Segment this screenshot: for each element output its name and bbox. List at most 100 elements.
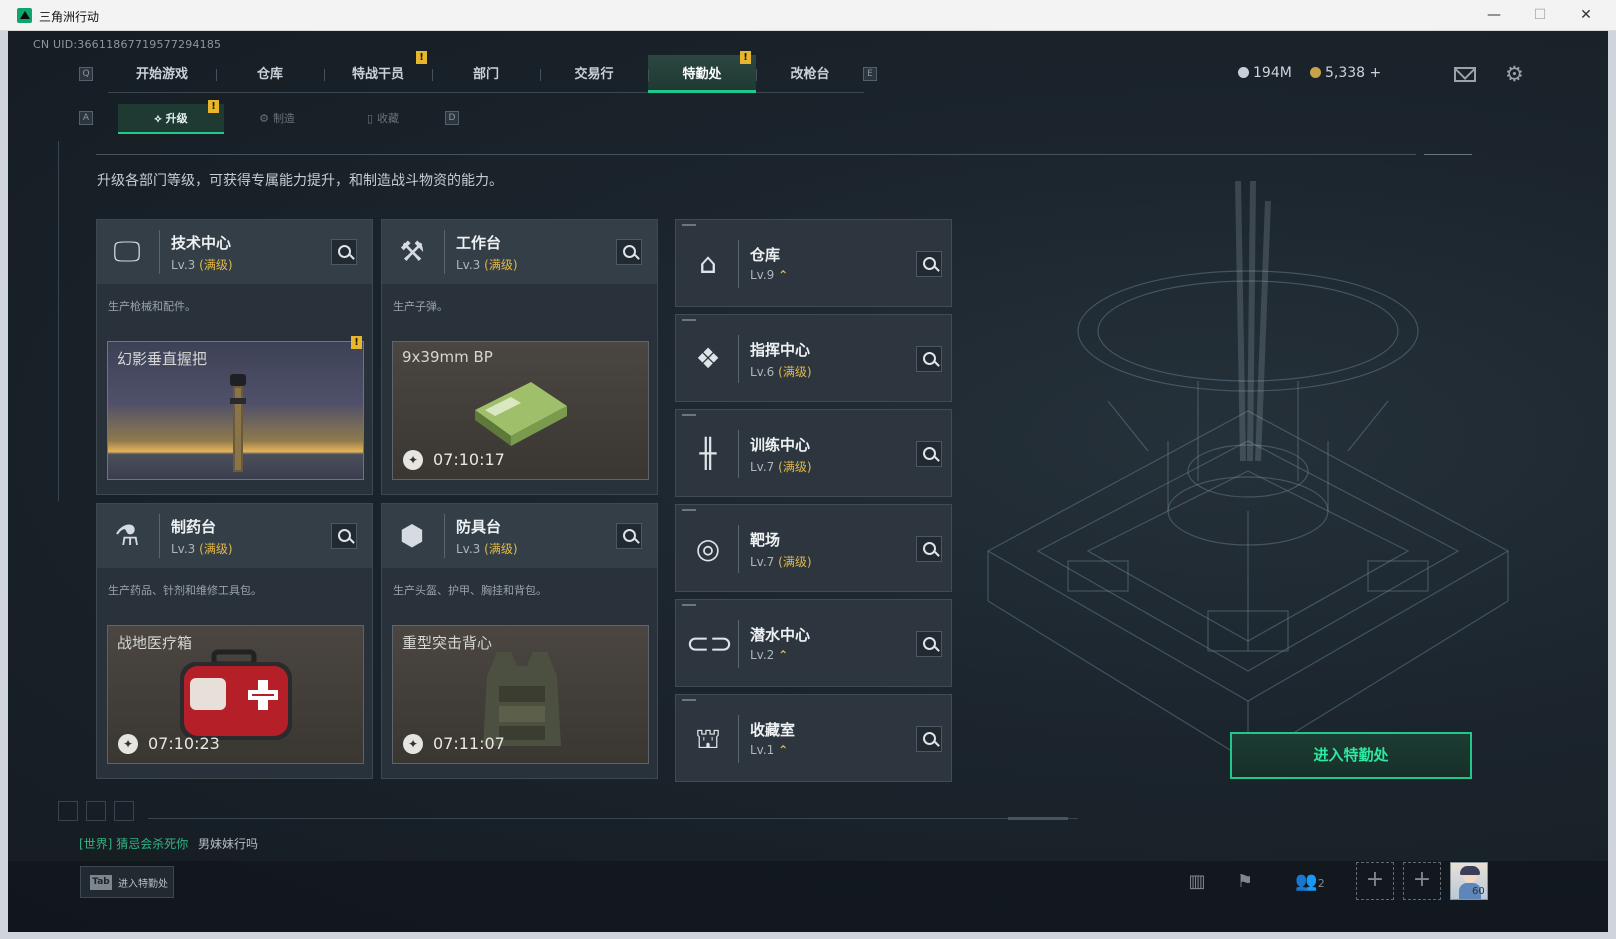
subnav-prev-key: A [79,111,93,125]
search-button[interactable] [616,239,642,265]
search-button[interactable] [916,726,942,752]
facility-card-workbench[interactable]: ⚒ 工作台 Lv.3 (满级) 生产子弹。 9x39mm BP ✦ 07:10:… [381,219,658,495]
facility-card-collection-room[interactable]: ⛫ 收藏室 Lv.1 ⌃ [675,694,952,782]
chat-line[interactable]: [世界] 猜忌会杀死你 男妹妹行吗 [79,835,258,852]
search-button[interactable] [916,346,942,372]
enter-special-ops-button[interactable]: 进入特勤处 [1230,732,1472,779]
player-level: 60 [1472,886,1485,897]
separator [444,230,445,274]
facility-level: Lv.3 (满级) [456,256,518,273]
friends-icon: 👥 [1295,871,1318,892]
currency-value: 5,338 [1325,65,1366,81]
ammo-box-image [475,382,567,446]
tab-label: 开始游戏 [135,67,188,82]
tab-market[interactable]: 交易行 [540,55,648,93]
facility-name: 靶场 [750,531,781,549]
search-button[interactable] [616,523,642,549]
production-slot[interactable]: 战地医疗箱 ✦ 07:10:23 [107,625,364,764]
vault-icon: ⛫ [695,722,721,755]
production-slot[interactable]: 幻影垂直握把 [107,341,364,480]
tab-label: 制造 [272,112,295,125]
base-3d-illustration [986,181,1510,762]
facility-card-training-center[interactable]: ╫ 训练中心 Lv.7 (满级) [675,409,952,497]
enter-special-ops-hotkey[interactable]: Tab 进入特勤处 [80,866,174,898]
wrench-icon: ✦ [403,450,423,470]
production-timer: 07:10:17 [433,450,505,469]
level-text: Lv.6 [750,365,775,379]
game-viewport: CN UID:3661186771957729418​5 Q 开始游戏 仓库 特… [8,31,1608,932]
tab-start-game[interactable]: 开始游戏 [108,55,216,93]
facility-card-diving-center[interactable]: ⊂⊃ 潜水中心 Lv.2 ⌃ [675,599,952,687]
tab-upgrade[interactable]: ⟡ 升级 ! [118,100,224,134]
app-logo-icon [17,8,32,23]
tab-department[interactable]: 部门 [432,55,540,93]
production-timer: 07:11:07 [433,734,505,753]
currency-balance-a[interactable]: 194M [1238,65,1292,81]
card-header: ⬢ 防具台 Lv.3 (满级) [382,504,657,568]
facility-card-shooting-range[interactable]: ◎ 靶场 Lv.7 (满级) [675,504,952,592]
friends-button[interactable]: 👥2 [1290,868,1330,896]
tab-collection[interactable]: ▯ 收藏 [330,104,436,134]
production-slot[interactable]: 重型突击背心 ✦ 07:11:07 [392,625,649,764]
medkit-image [180,649,292,740]
tab-warehouse[interactable]: 仓库 [216,55,324,93]
tab-gunsmith[interactable]: 改枪台 [756,55,864,93]
currency-balance-b[interactable]: 5,338 + [1310,65,1381,81]
facility-name: 指挥中心 [750,341,811,359]
tab-label: 升级 [165,112,188,125]
close-button[interactable]: ✕ [1566,4,1606,26]
search-button[interactable] [916,441,942,467]
level-text: Lv.9 [750,268,775,282]
facility-card-tech-center[interactable]: 🖵 技术中心 Lv.3 (满级) 生产枪械和配件。 幻影垂直握把 ! [96,219,373,495]
flag-icon[interactable]: ⚑ [1230,868,1260,896]
search-button[interactable] [916,536,942,562]
notification-badge: ! [416,51,427,64]
invite-slot-button[interactable]: + [1356,862,1394,900]
search-button[interactable] [331,239,357,265]
production-slot[interactable]: 9x39mm BP ✦ 07:10:17 [392,341,649,480]
facility-description: 生产枪械和配件。 [108,300,196,313]
maximize-button[interactable]: ☐ [1520,4,1560,26]
level-text: Lv.2 [750,648,775,662]
notification-badge: ! [740,51,751,64]
frame-square [114,801,134,821]
facility-level: Lv.3 (满级) [171,256,233,273]
facility-name: 工作台 [456,234,502,252]
tab-craft[interactable]: ⚙ 制造 [224,104,330,134]
level-text: Lv.3 [456,258,481,272]
facility-card-armor-bench[interactable]: ⬢ 防具台 Lv.3 (满级) 生产头盔、护甲、胸挂和背包。 重型突击背心 ✦ … [381,503,658,779]
app-root: 三角洲行动 — ☐ ✕ CN UID:3661186771957729418​5… [0,0,1616,939]
facility-card-warehouse[interactable]: ⌂ 仓库 Lv.9 ⌃ [675,219,952,307]
facility-level: Lv.6 (满级) [750,363,812,380]
mail-icon[interactable] [1454,67,1476,82]
warehouse-icon: ⌂ [699,247,717,280]
facility-card-command-center[interactable]: ❖ 指挥中心 Lv.6 (满级) [675,314,952,402]
card-header: ⚒ 工作台 Lv.3 (满级) [382,220,657,284]
separator [738,430,739,478]
background-window-edge [0,31,8,939]
facility-name: 技术中心 [171,234,232,252]
level-text: Lv.7 [750,555,775,569]
minimize-button[interactable]: — [1474,4,1514,26]
nav-next-key: E [863,67,877,81]
stats-chart-icon[interactable]: ▥ [1182,868,1212,896]
search-button[interactable] [916,251,942,277]
item-name: 幻影垂直握把 [117,350,208,368]
facility-name: 潜水中心 [750,626,811,644]
tab-special-ops[interactable]: 特勤处 ! [648,51,756,93]
separator [159,514,160,558]
invite-slot-button[interactable]: + [1403,862,1441,900]
vertical-grip-image [230,374,246,472]
facility-name: 防具台 [456,518,502,536]
frame-square [86,801,106,821]
gold-coin-icon [1310,67,1321,78]
gear-icon[interactable]: ⚙ [1505,64,1524,85]
tab-operators[interactable]: 特战干员 ! [324,51,432,93]
add-currency-button[interactable]: + [1370,65,1382,81]
search-button[interactable] [331,523,357,549]
chat-sender[interactable]: 猜忌会杀死你 [116,837,188,851]
player-avatar[interactable]: 60 [1450,862,1488,900]
search-button[interactable] [916,631,942,657]
facility-card-pharmacy[interactable]: ⚗ 制药台 Lv.3 (满级) 生产药品、针剂和维修工具包。 战地医疗箱 ✦ 0… [96,503,373,779]
tab-label: 部门 [472,67,499,82]
